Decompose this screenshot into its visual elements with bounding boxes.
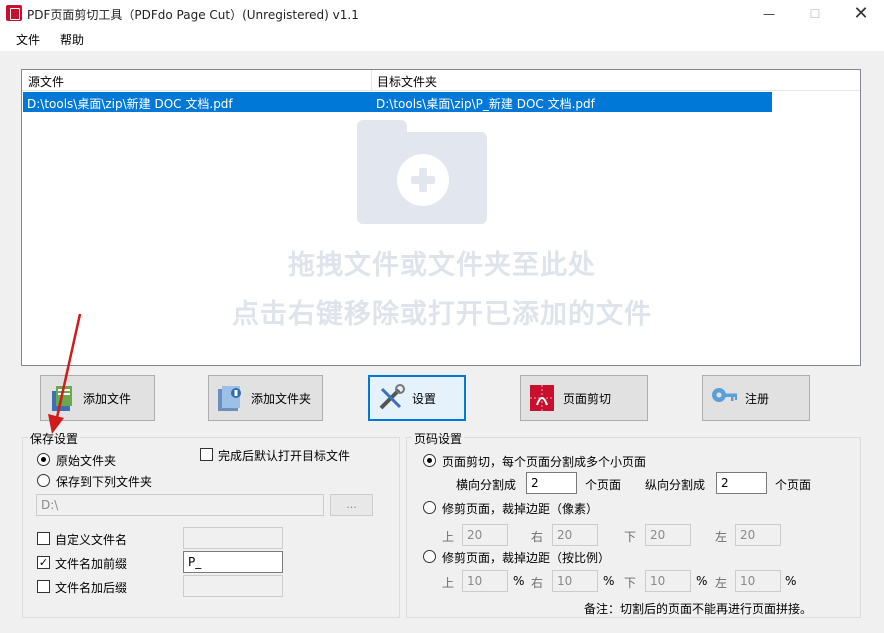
pct-left-percent: %: [785, 574, 797, 588]
page-cut-option-label: 页面剪切，每个页面分割成多个小页面: [442, 455, 647, 469]
open-after-label: 完成后默认打开目标文件: [218, 449, 351, 463]
settings-label: 设置: [412, 391, 437, 406]
plus-vertical-bar: [419, 168, 427, 192]
drop-hint-line2: 点击右键移除或打开已添加的文件: [232, 299, 652, 330]
add-folder-label: 添加文件夹: [251, 391, 312, 406]
save-to-folder-label: 保存到下列文件夹: [56, 475, 153, 489]
original-folder-radio[interactable]: [37, 453, 50, 466]
px-right-field[interactable]: 20: [552, 524, 598, 546]
px-left-field[interactable]: 20: [735, 524, 781, 546]
register-button[interactable]: 注册: [702, 375, 810, 421]
pdf-cut-icon: [530, 385, 554, 411]
column-source[interactable]: 源文件: [28, 73, 64, 90]
horizontal-count-field[interactable]: 2: [526, 472, 577, 494]
pct-top-label: 上: [442, 576, 455, 590]
px-left-label: 左: [715, 530, 728, 544]
register-label: 注册: [745, 391, 770, 406]
pct-right-field[interactable]: 10: [552, 570, 598, 592]
trim-pixels-label: 修剪页面，裁掉边距（像素）: [442, 502, 599, 516]
open-after-checkbox[interactable]: [200, 448, 213, 461]
row-target-cell: D:\tools\桌面\zip\P_新建 DOC 文档.pdf: [376, 97, 595, 111]
pct-left-label: 左: [715, 576, 728, 590]
row-source-cell: D:\tools\桌面\zip\新建 DOC 文档.pdf: [27, 97, 233, 111]
menu-file[interactable]: 文件: [16, 31, 40, 48]
px-bottom-label: 下: [624, 530, 637, 544]
pct-bottom-label: 下: [624, 576, 637, 590]
page-cut-radio[interactable]: [423, 454, 436, 467]
px-top-field[interactable]: 20: [462, 524, 508, 546]
add-suffix-label: 文件名加后缀: [55, 581, 128, 595]
list-header: 源文件 目标文件夹: [22, 70, 860, 91]
custom-filename-checkbox[interactable]: [37, 532, 50, 545]
page-note: 备注：切割后的页面不能再进行页面拼接。: [584, 602, 813, 616]
save-to-folder-radio[interactable]: [37, 474, 50, 487]
menu-help[interactable]: 帮助: [60, 31, 84, 48]
add-folder-icon: [218, 386, 241, 411]
settings-button[interactable]: 设置: [368, 375, 466, 421]
page-settings-title: 页码设置: [412, 430, 465, 447]
prefix-field[interactable]: P_: [183, 551, 283, 573]
pct-top-percent: %: [513, 574, 525, 588]
plus-icon: [397, 154, 449, 206]
column-target[interactable]: 目标文件夹: [377, 73, 437, 90]
add-folder-button[interactable]: 添加文件夹: [208, 375, 323, 421]
pct-left-field[interactable]: 10: [735, 570, 781, 592]
drop-hint-line1: 拖拽文件或文件夹至此处: [288, 250, 596, 281]
add-suffix-checkbox[interactable]: [37, 580, 50, 593]
horizontal-unit: 个页面: [585, 478, 622, 492]
file-list[interactable]: 源文件 目标文件夹 D:\tools\桌面\zip\新建 DOC 文档.pdf …: [21, 69, 861, 366]
pdf-app-icon: [6, 5, 22, 21]
custom-filename-label: 自定义文件名: [55, 533, 128, 547]
close-button[interactable]: ✕: [838, 0, 884, 27]
folder-path-field[interactable]: D:\: [36, 494, 324, 516]
px-right-label: 右: [531, 530, 544, 544]
vertical-count-field[interactable]: 2: [716, 472, 767, 494]
pct-right-label: 右: [531, 576, 544, 590]
custom-filename-field[interactable]: [183, 527, 283, 549]
add-prefix-checkbox[interactable]: ✓: [37, 556, 50, 569]
original-folder-label: 原始文件夹: [56, 454, 117, 468]
add-prefix-label: 文件名加前缀: [55, 557, 128, 571]
page-cut-label: 页面剪切: [563, 391, 612, 406]
minimize-button[interactable]: —: [746, 0, 792, 27]
px-top-label: 上: [442, 530, 455, 544]
trim-ratio-label: 修剪页面，裁掉边距（按比例）: [442, 551, 611, 565]
title-bar: PDF页面剪切工具（PDFdo Page Cut）(Unregistered) …: [0, 0, 884, 27]
column-separator[interactable]: [371, 70, 372, 91]
menu-bar: 文件 帮助: [0, 27, 884, 51]
pct-right-percent: %: [603, 574, 615, 588]
table-row[interactable]: D:\tools\桌面\zip\新建 DOC 文档.pdf D:\tools\桌…: [23, 92, 772, 112]
key-icon: [712, 388, 737, 402]
tools-icon: [379, 384, 405, 410]
horizontal-label: 横向分割成: [456, 478, 517, 492]
pct-top-field[interactable]: 10: [462, 570, 508, 592]
px-bottom-field[interactable]: 20: [645, 524, 691, 546]
page-cut-button[interactable]: 页面剪切: [520, 375, 648, 421]
suffix-field[interactable]: [183, 575, 283, 597]
trim-ratio-radio[interactable]: [423, 550, 436, 563]
folder-body-shape: [357, 132, 487, 224]
trim-pixels-radio[interactable]: [423, 501, 436, 514]
maximize-button[interactable]: ☐: [792, 0, 838, 27]
window-title: PDF页面剪切工具（PDFdo Page Cut）(Unregistered) …: [27, 8, 359, 22]
add-file-label: 添加文件: [83, 391, 132, 406]
browse-button[interactable]: ...: [330, 494, 373, 516]
pct-bottom-field[interactable]: 10: [645, 570, 691, 592]
annotation-arrow: [48, 313, 82, 434]
vertical-label: 纵向分割成: [645, 478, 706, 492]
vertical-unit: 个页面: [775, 478, 812, 492]
pct-bottom-percent: %: [696, 574, 708, 588]
add-folder-watermark-icon: [357, 120, 487, 225]
